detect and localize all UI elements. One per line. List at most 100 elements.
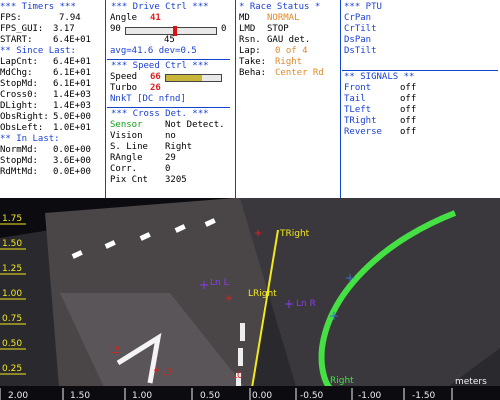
- sline-value: Right: [165, 142, 193, 152]
- ptu-item-crtilt[interactable]: CrTilt: [344, 24, 377, 35]
- angle-avg-dev: avg=41.6 dev=0.5: [110, 46, 197, 56]
- turbo-value: 26: [150, 83, 161, 93]
- ptu-item-dspan[interactable]: DsPan: [344, 35, 371, 46]
- pixcnt-value: 3205: [165, 175, 187, 185]
- left-axis-tick: 1.00: [2, 289, 22, 299]
- rsn-label: Rsn.: [239, 35, 261, 45]
- left-axis-tick: 0.50: [2, 339, 22, 349]
- lright-label: LRight: [248, 289, 277, 299]
- bottom-axis-tick: -1.50: [412, 391, 436, 400]
- signal-tail-value: off: [400, 94, 417, 104]
- lapcnt-value: 6.4E+01: [53, 57, 91, 67]
- bottom-axis-tick: 1.00: [132, 391, 152, 400]
- ptu-header: *** PTU: [344, 2, 382, 12]
- signal-front-value: off: [400, 83, 417, 93]
- corr-value: 0: [165, 164, 171, 174]
- normmd-value: 0.0E+00: [53, 145, 91, 155]
- dlight-value: 1.4E+03: [53, 101, 91, 111]
- sline-label: S. Line: [110, 142, 148, 152]
- camera-view[interactable]: TRight LRight Ln L Ln R L5 L7 L0 Right 1…: [0, 198, 500, 400]
- obsright-label: ObsRight:: [0, 112, 49, 122]
- angle-max: 0: [221, 24, 227, 34]
- stopmd2-value: 3.6E+00: [53, 156, 91, 166]
- signal-reverse-value: off: [400, 127, 417, 137]
- speed-label: Speed: [110, 72, 138, 82]
- cross-header: *** Cross Det. ***: [111, 109, 209, 119]
- lane-left-label: Ln L: [210, 278, 229, 288]
- drive-column: *** Drive Ctrl *** Angle 41 90 0 45 avg=…: [107, 0, 232, 198]
- speed-bar: [165, 74, 222, 82]
- bottom-axis-tick: 1.50: [70, 391, 90, 400]
- bottom-axis-tick: 0.50: [200, 391, 220, 400]
- beha-value: Center Rd: [275, 68, 324, 78]
- camera-overlay: TRight LRight Ln L Ln R L5 L7 L0 Right 1…: [0, 198, 500, 400]
- lmd-value: STOP: [267, 24, 289, 34]
- rangle-value: 29: [165, 153, 176, 163]
- turbo-label: Turbo: [110, 83, 138, 93]
- md-label: MD: [239, 13, 250, 23]
- fps-gui-label: FPS_GUI:: [0, 24, 44, 34]
- l0-label: L0: [232, 371, 243, 381]
- left-axis-tick: 0.75: [2, 314, 22, 324]
- ptu-item-dstilt[interactable]: DsTilt: [344, 46, 377, 57]
- lap-label: Lap:: [239, 46, 261, 56]
- telemetry-window: *** Timers *** FPS: 7.94 FPS_GUI: 3.17 S…: [0, 0, 500, 400]
- cross0-label: Cross0:: [0, 90, 38, 100]
- fps-gui-value: 3.17: [53, 24, 75, 34]
- column-divider: [105, 0, 106, 198]
- vision-value: no: [165, 131, 176, 141]
- left-axis-tick: 1.50: [2, 239, 22, 249]
- signal-tright-value: off: [400, 116, 417, 126]
- angle-min: 90: [110, 24, 121, 34]
- lmd-label: LMD: [239, 24, 256, 34]
- race-status-column: * Race Status * MD NORMAL LMD STOP Rsn. …: [237, 0, 338, 198]
- signal-tleft-label: TLeft: [344, 105, 372, 115]
- take-label: Take:: [239, 57, 267, 67]
- dlight-label: DLight:: [0, 101, 38, 111]
- bottom-axis-tick: 2.00: [8, 391, 28, 400]
- ptu-item-crpan[interactable]: CrPan: [344, 13, 371, 24]
- stopmd2-label: StopMd:: [0, 156, 38, 166]
- rangle-label: RAngle: [110, 153, 143, 163]
- start-label: START:: [0, 35, 33, 45]
- speed-header: *** Speed Ctrl ***: [111, 61, 209, 71]
- since-last-header: ** Since Last:: [0, 46, 76, 56]
- corr-label: Corr.: [110, 164, 138, 174]
- mdchg-value: 6.1E+01: [53, 68, 91, 78]
- l7-label: L7: [162, 368, 173, 378]
- angle-value: 41: [150, 13, 161, 23]
- timers-header: *** Timers ***: [0, 2, 76, 12]
- l5-label: L5: [110, 346, 121, 356]
- obsleft-label: ObsLeft:: [0, 123, 44, 133]
- mdchg-label: MdChg:: [0, 68, 33, 78]
- sensor-label: Sensor: [110, 120, 143, 130]
- signal-tail-label: Tail: [344, 94, 366, 104]
- start-value: 6.4E+01: [53, 35, 91, 45]
- section-divider: [342, 70, 498, 71]
- in-last-header: ** In Last:: [0, 134, 60, 144]
- beha-label: Beha:: [239, 68, 267, 78]
- left-axis-tick: 0.25: [2, 364, 22, 374]
- rsn-value: GAU det.: [267, 35, 311, 45]
- signal-tleft-value: off: [400, 105, 417, 115]
- stopmd-label: StopMd:: [0, 79, 38, 89]
- lane-right-label: Ln R: [296, 299, 316, 309]
- nnkt-status: NnkT [DC nfnd]: [110, 94, 186, 104]
- speed-bar-fill: [166, 75, 203, 81]
- race-header: * Race Status *: [239, 2, 321, 12]
- bottom-axis-tick: -0.50: [300, 391, 324, 400]
- fps-label: FPS:: [0, 13, 22, 23]
- left-axis-tick: 1.25: [2, 264, 22, 274]
- signal-front-label: Front: [344, 83, 372, 93]
- obsright-value: 5.0E+00: [53, 112, 91, 122]
- signals-header: ** SIGNALS **: [344, 72, 415, 82]
- angle-slider[interactable]: [125, 26, 217, 36]
- left-axis-tick: 1.75: [2, 214, 22, 224]
- speed-value: 66: [150, 72, 161, 82]
- obsleft-value: 1.0E+01: [53, 123, 91, 133]
- meters-unit-label: meters: [455, 377, 487, 387]
- section-divider: [107, 59, 230, 60]
- rdmtmd-value: 0.0E+00: [53, 167, 91, 177]
- section-divider: [107, 107, 230, 108]
- md-value: NORMAL: [267, 13, 300, 23]
